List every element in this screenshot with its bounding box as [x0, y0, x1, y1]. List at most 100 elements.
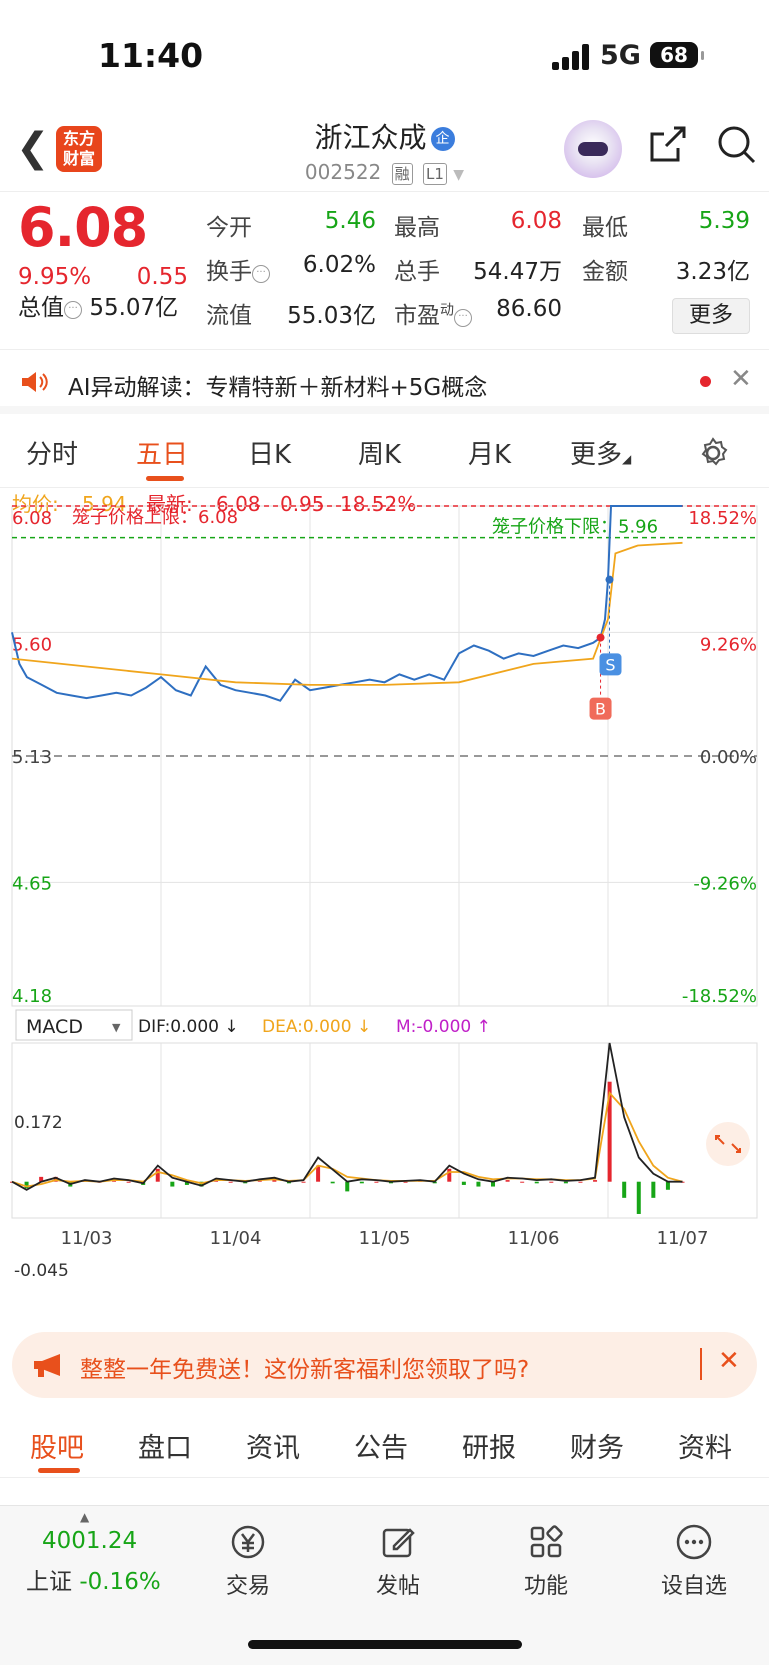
tab-news[interactable]: 资讯	[246, 1426, 300, 1465]
tab-daily-k[interactable]: 日K	[248, 434, 291, 471]
y-left-tick: 4.65	[12, 873, 52, 894]
x-axis-label: 11/03	[61, 1228, 113, 1249]
macd-hist-bar	[651, 1181, 656, 1198]
info-dots-icon[interactable]: ···	[252, 265, 270, 283]
functions-button[interactable]: 功能	[486, 1522, 606, 1600]
macd-hist-bar	[155, 1168, 160, 1182]
chevron-up-icon[interactable]: ▲	[80, 1510, 89, 1524]
index-row[interactable]: 上证 -0.16%	[26, 1562, 161, 1596]
tab-five-day[interactable]: 五日	[136, 434, 188, 471]
tab-monthly-k[interactable]: 月K	[468, 434, 511, 471]
close-icon[interactable]: ✕	[730, 364, 752, 394]
macd-hist-bar	[476, 1181, 481, 1187]
macd-hist-bar	[359, 1181, 364, 1184]
network-type: 5G	[600, 40, 641, 71]
cage-upper-label: 笼子价格上限：6.08	[72, 507, 238, 528]
index-pct: -0.16%	[79, 1569, 161, 1595]
turnover-label: 换手 ···	[206, 252, 270, 286]
post-button[interactable]: 发帖	[338, 1522, 458, 1600]
macd-hist-bar	[549, 1181, 554, 1183]
tab-research[interactable]: 研报	[462, 1426, 516, 1465]
macd-hist-bar	[636, 1181, 641, 1214]
edit-icon	[382, 1528, 415, 1558]
unread-dot	[700, 376, 711, 387]
tab-pankou[interactable]: 盘口	[138, 1426, 192, 1465]
high-value: 6.08	[510, 208, 562, 234]
more-button[interactable]: 更多	[672, 298, 750, 334]
share-icon[interactable]	[644, 122, 690, 168]
chart-grid	[11, 505, 758, 1007]
x-axis-labels: 11/03 11/04 11/05 11/06 11/07	[61, 1228, 709, 1249]
tab-more[interactable]: 更多◢	[570, 434, 631, 471]
close-icon[interactable]: ✕	[718, 1346, 740, 1376]
tab-guba[interactable]: 股吧	[30, 1426, 84, 1465]
total-mktcap-row: 总值 ··· 55.07亿	[18, 295, 179, 321]
change-amount: 0.55	[136, 264, 188, 290]
chart-tabs: 分时 五日 日K 周K 月K 更多◢	[0, 420, 769, 488]
tab-weekly-k[interactable]: 周K	[358, 434, 401, 471]
volume-label: 总手	[394, 259, 440, 285]
pe-label: 市盈动 ···	[394, 296, 472, 330]
macd-hist-bar	[520, 1181, 525, 1183]
macd-hist-bar	[665, 1181, 670, 1190]
ai-insight-text: AI异动解读：专精特新＋新材料+5G概念	[68, 375, 488, 401]
float-label: 流值	[206, 303, 252, 329]
macd-dif-line	[11, 1042, 683, 1191]
amount-value: 3.23亿	[675, 259, 750, 285]
level-tag: L1	[423, 163, 447, 185]
open-value: 5.46	[324, 208, 376, 234]
ai-assistant-avatar[interactable]	[564, 120, 622, 178]
status-time: 11:40	[98, 36, 204, 75]
axis-ticks: 6.08 5.60 5.13 4.65 4.18 18.52% 9.26% 0.00% -9.2…	[12, 508, 757, 1007]
macd-hist-bar	[534, 1181, 539, 1184]
macd-hist-bar	[578, 1181, 583, 1183]
macd-hist-bar	[301, 1181, 306, 1183]
grid-icon	[530, 1525, 563, 1558]
signal-icon	[552, 44, 592, 70]
ai-insight-bar[interactable]: AI异动解读：专精特新＋新材料+5G概念 ✕	[0, 354, 769, 414]
y-right-tick: -9.26%	[693, 873, 757, 894]
tab-intraday[interactable]: 分时	[26, 434, 78, 471]
divider	[700, 1348, 702, 1380]
search-icon[interactable]	[714, 122, 760, 168]
info-dots-icon[interactable]: ···	[64, 301, 82, 319]
expand-button[interactable]	[706, 1122, 750, 1166]
macd-hist-bar	[228, 1181, 233, 1183]
five-day-chart[interactable]: 均价: 5.94 最新: 6.08 0.95 18.52% 笼子价格上限：6.0…	[0, 488, 769, 1328]
promo-text: 整整一年免费送！这份新客福利您领取了吗?	[80, 1357, 530, 1383]
sell-marker-label: S	[605, 655, 615, 674]
latest-pct: 18.52%	[340, 492, 416, 516]
macd-hist-bar	[622, 1181, 627, 1198]
content-tabs: 股吧 盘口 资讯 公告 研报 财务 资料	[0, 1410, 769, 1478]
trade-button[interactable]: 交易	[188, 1522, 308, 1600]
x-axis-label: 11/05	[359, 1228, 411, 1249]
latest-change: 0.95	[280, 492, 325, 516]
macd-histogram	[10, 1081, 685, 1214]
more-dots-icon	[676, 1524, 712, 1560]
quote-panel: 6.08 9.95% 0.55 总值 ··· 55.07亿 今开 5.46 最高 …	[0, 192, 769, 350]
macd-hist-bar	[505, 1180, 510, 1182]
index-value[interactable]: 4001.24	[42, 1528, 137, 1554]
info-dots-icon[interactable]: ···	[454, 309, 472, 327]
tab-profile[interactable]: 资料	[678, 1426, 732, 1465]
home-indicator	[248, 1640, 522, 1649]
macd-y-bottom: -0.045	[14, 1261, 69, 1281]
speaker-icon	[22, 372, 48, 392]
macd-m-label: M:-0.000 ↑	[396, 1017, 491, 1037]
promo-banner[interactable]: 整整一年免费送！这份新客福利您领取了吗? ✕	[12, 1332, 757, 1398]
macd-hist-bar	[461, 1181, 466, 1185]
enterprise-badge: 企	[430, 127, 455, 151]
x-axis-label: 11/06	[508, 1228, 560, 1249]
volume-value: 54.47万	[473, 259, 562, 285]
tab-announcements[interactable]: 公告	[354, 1426, 408, 1465]
open-label: 今开	[206, 215, 252, 241]
macd-lines	[11, 1042, 683, 1191]
macd-dea-line	[11, 1091, 683, 1188]
y-right-tick: -18.52%	[682, 986, 757, 1007]
tab-finance[interactable]: 财务	[570, 1426, 624, 1465]
gear-icon[interactable]	[696, 436, 730, 470]
add-watchlist-button[interactable]: 设自选	[634, 1522, 754, 1600]
macd-dea-label: DEA:0.000 ↓	[262, 1017, 371, 1037]
macd-frame	[11, 1042, 758, 1219]
macd-dif-label: DIF:0.000 ↓	[138, 1017, 239, 1037]
